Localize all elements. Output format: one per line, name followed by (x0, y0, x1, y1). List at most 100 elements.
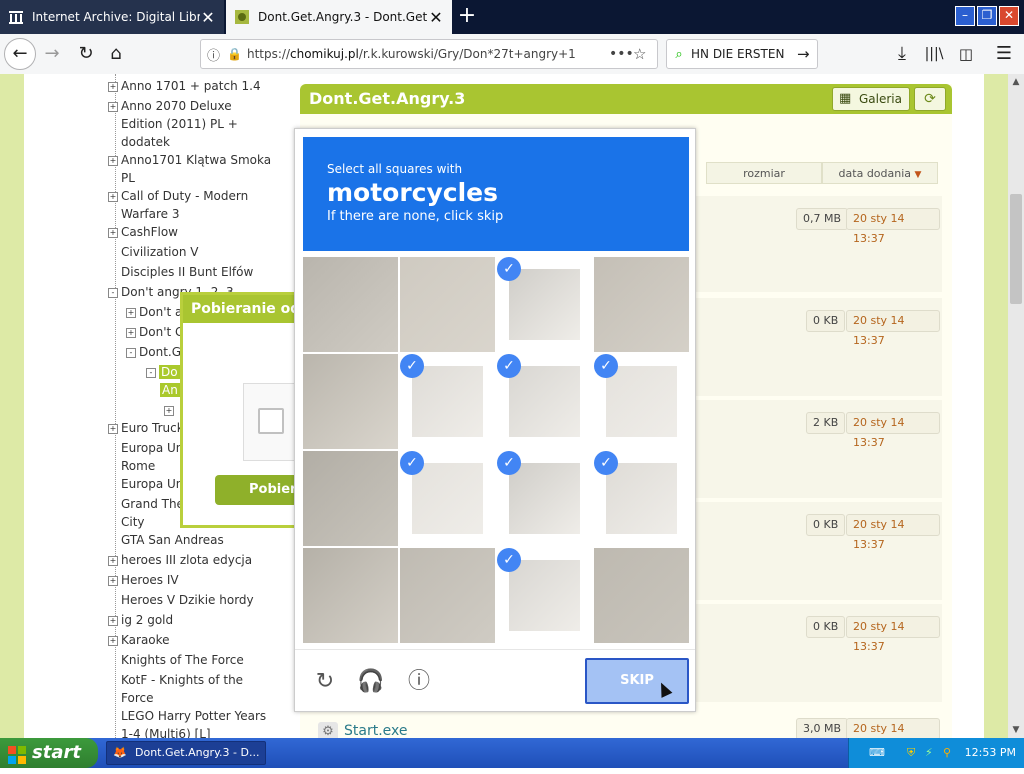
captcha-tile[interactable]: ✓ (400, 354, 495, 449)
expand-icon[interactable]: + (108, 575, 118, 586)
tree-item[interactable]: Knights of The Force (121, 651, 244, 669)
captcha-tile[interactable] (400, 257, 495, 352)
scroll-down-icon[interactable]: ▼ (1008, 722, 1024, 738)
captcha-tile[interactable] (303, 354, 398, 449)
recaptcha-checkbox[interactable] (258, 408, 284, 434)
captcha-tile[interactable] (303, 548, 398, 643)
library-icon[interactable]: |||\ (920, 40, 948, 68)
gallery-button[interactable]: ▦ Galeria (832, 87, 910, 111)
tree-item[interactable]: GTA San Andreas (121, 531, 224, 549)
bookmark-star-icon[interactable]: ☆ (633, 45, 657, 63)
download-button[interactable]: Pobierz (215, 475, 305, 505)
tree-item[interactable]: - Dont.G (126, 343, 181, 361)
security-shield-icon[interactable]: ⛨ (907, 738, 915, 768)
tree-item[interactable]: KotF - Knights of the (121, 671, 243, 689)
new-tab-button[interactable]: + (455, 2, 479, 32)
expand-icon[interactable]: + (108, 155, 118, 166)
minimize-button[interactable]: – (955, 6, 975, 26)
captcha-tile[interactable] (594, 548, 689, 643)
tree-item[interactable]: + Don't G (126, 323, 184, 341)
captcha-tile[interactable]: ✓ (497, 548, 592, 643)
reload-button[interactable]: ↻ (72, 40, 100, 68)
tree-item[interactable]: + (164, 401, 177, 419)
help-info-icon[interactable]: ⓘ (405, 668, 433, 696)
sidebar-icon[interactable]: ◫ (952, 40, 980, 68)
download-icon[interactable]: ⤓ (888, 40, 916, 68)
expand-icon[interactable]: + (108, 635, 118, 646)
search-box[interactable]: ⌕ HN DIE ERSTEN → (666, 39, 818, 69)
menu-icon[interactable]: ☰ (990, 40, 1018, 68)
tab-dont-get-angry[interactable]: Dont.Get.Angry.3 - Dont.Get.Angry ✕ (226, 0, 452, 34)
expand-icon[interactable]: + (126, 307, 136, 318)
expand-icon[interactable]: + (108, 191, 118, 202)
start-button[interactable]: start (0, 738, 98, 768)
expand-icon[interactable]: + (108, 81, 118, 92)
tree-item[interactable]: Grand The (121, 495, 184, 513)
scroll-up-icon[interactable]: ▲ (1008, 74, 1024, 90)
tree-item[interactable]: + CashFlow (108, 223, 178, 241)
back-button[interactable]: ← (4, 38, 36, 70)
tree-item[interactable]: + Euro Truck (108, 419, 184, 437)
tree-item[interactable]: + Call of Duty - Modern (108, 187, 248, 205)
captcha-tile[interactable]: ✓ (594, 354, 689, 449)
tree-item[interactable]: Europa Un (121, 475, 183, 493)
tree-item-cont: Edition (2011) PL + (121, 117, 238, 131)
tree-item[interactable]: + Anno 2070 Deluxe (108, 97, 232, 115)
tree-item[interactable]: + Anno1701 Klątwa Smoka (108, 151, 271, 169)
tree-item[interactable]: Europa Un (121, 439, 183, 457)
tree-item[interactable]: + Don't a (126, 303, 182, 321)
captcha-tile[interactable] (303, 257, 398, 352)
tree-item[interactable]: Disciples II Bunt Elfów (121, 263, 253, 281)
close-tab-icon[interactable]: ✕ (428, 8, 444, 27)
tree-item[interactable]: + Karaoke (108, 631, 170, 649)
captcha-tile[interactable]: ✓ (497, 354, 592, 449)
collapse-icon[interactable]: - (126, 347, 136, 358)
expand-icon[interactable]: + (108, 615, 118, 626)
refresh-icon[interactable]: ⟳ (914, 87, 946, 111)
captcha-tile[interactable] (303, 451, 398, 546)
tree-item[interactable]: + Anno 1701 + patch 1.4 (108, 77, 261, 95)
tree-item[interactable]: + Heroes IV (108, 571, 179, 589)
tree-item[interactable]: LEGO Harry Potter Years (121, 707, 266, 725)
search-tray-icon[interactable]: ⚲ (943, 738, 951, 768)
column-date[interactable]: data dodania ▼ (822, 162, 938, 184)
captcha-tile[interactable] (594, 257, 689, 352)
captcha-tile[interactable]: ✓ (497, 451, 592, 546)
expand-icon[interactable]: + (108, 227, 118, 238)
expand-icon[interactable]: + (108, 101, 118, 112)
tree-item[interactable]: + heroes III zlota edycja (108, 551, 252, 569)
expand-icon[interactable]: + (164, 405, 174, 416)
close-tab-icon[interactable]: ✕ (200, 8, 216, 27)
taskbar-window-item[interactable]: 🦊 Dont.Get.Angry.3 - D... (106, 741, 266, 765)
page-scrollbar[interactable]: ▲ ▼ (1008, 74, 1024, 738)
page-actions-icon[interactable]: ••• (609, 46, 634, 62)
column-size[interactable]: rozmiar (706, 162, 822, 184)
network-icon[interactable]: ⚡ (925, 738, 933, 768)
audio-challenge-icon[interactable]: 🎧 (357, 668, 385, 696)
url-bar[interactable]: ⓘ 🔒 https://chomikuj.pl/r.k.kurowski/Gry… (200, 39, 658, 69)
info-icon[interactable]: ⓘ (207, 45, 227, 64)
captcha-tile[interactable]: ✓ (497, 257, 592, 352)
expand-icon[interactable]: + (108, 555, 118, 566)
skip-button[interactable]: SKIP (585, 658, 689, 704)
captcha-tile[interactable] (400, 548, 495, 643)
collapse-icon[interactable]: - (146, 367, 156, 378)
collapse-icon[interactable]: - (108, 287, 118, 298)
tree-item[interactable]: Heroes V Dzikie hordy (121, 591, 254, 609)
tree-item-selected[interactable]: - Do (146, 363, 180, 381)
expand-icon[interactable]: + (126, 327, 136, 338)
captcha-tile[interactable]: ✓ (594, 451, 689, 546)
expand-icon[interactable]: + (108, 423, 118, 434)
close-window-button[interactable]: ✕ (999, 6, 1019, 26)
tab-internet-archive[interactable]: Internet Archive: Digital Library of ✕ (0, 0, 224, 34)
go-arrow-icon[interactable]: → (797, 45, 817, 63)
scroll-thumb[interactable] (1010, 194, 1022, 304)
tree-item[interactable]: + ig 2 gold (108, 611, 173, 629)
reload-challenge-icon[interactable]: ↻ (311, 668, 339, 696)
captcha-tile[interactable]: ✓ (400, 451, 495, 546)
keyboard-icon[interactable]: ⌨ (869, 738, 885, 768)
forward-button[interactable]: → (38, 40, 66, 68)
restore-button[interactable]: ❐ (977, 6, 997, 26)
home-button[interactable]: ⌂ (102, 40, 130, 68)
tree-item[interactable]: Civilization V (121, 243, 198, 261)
